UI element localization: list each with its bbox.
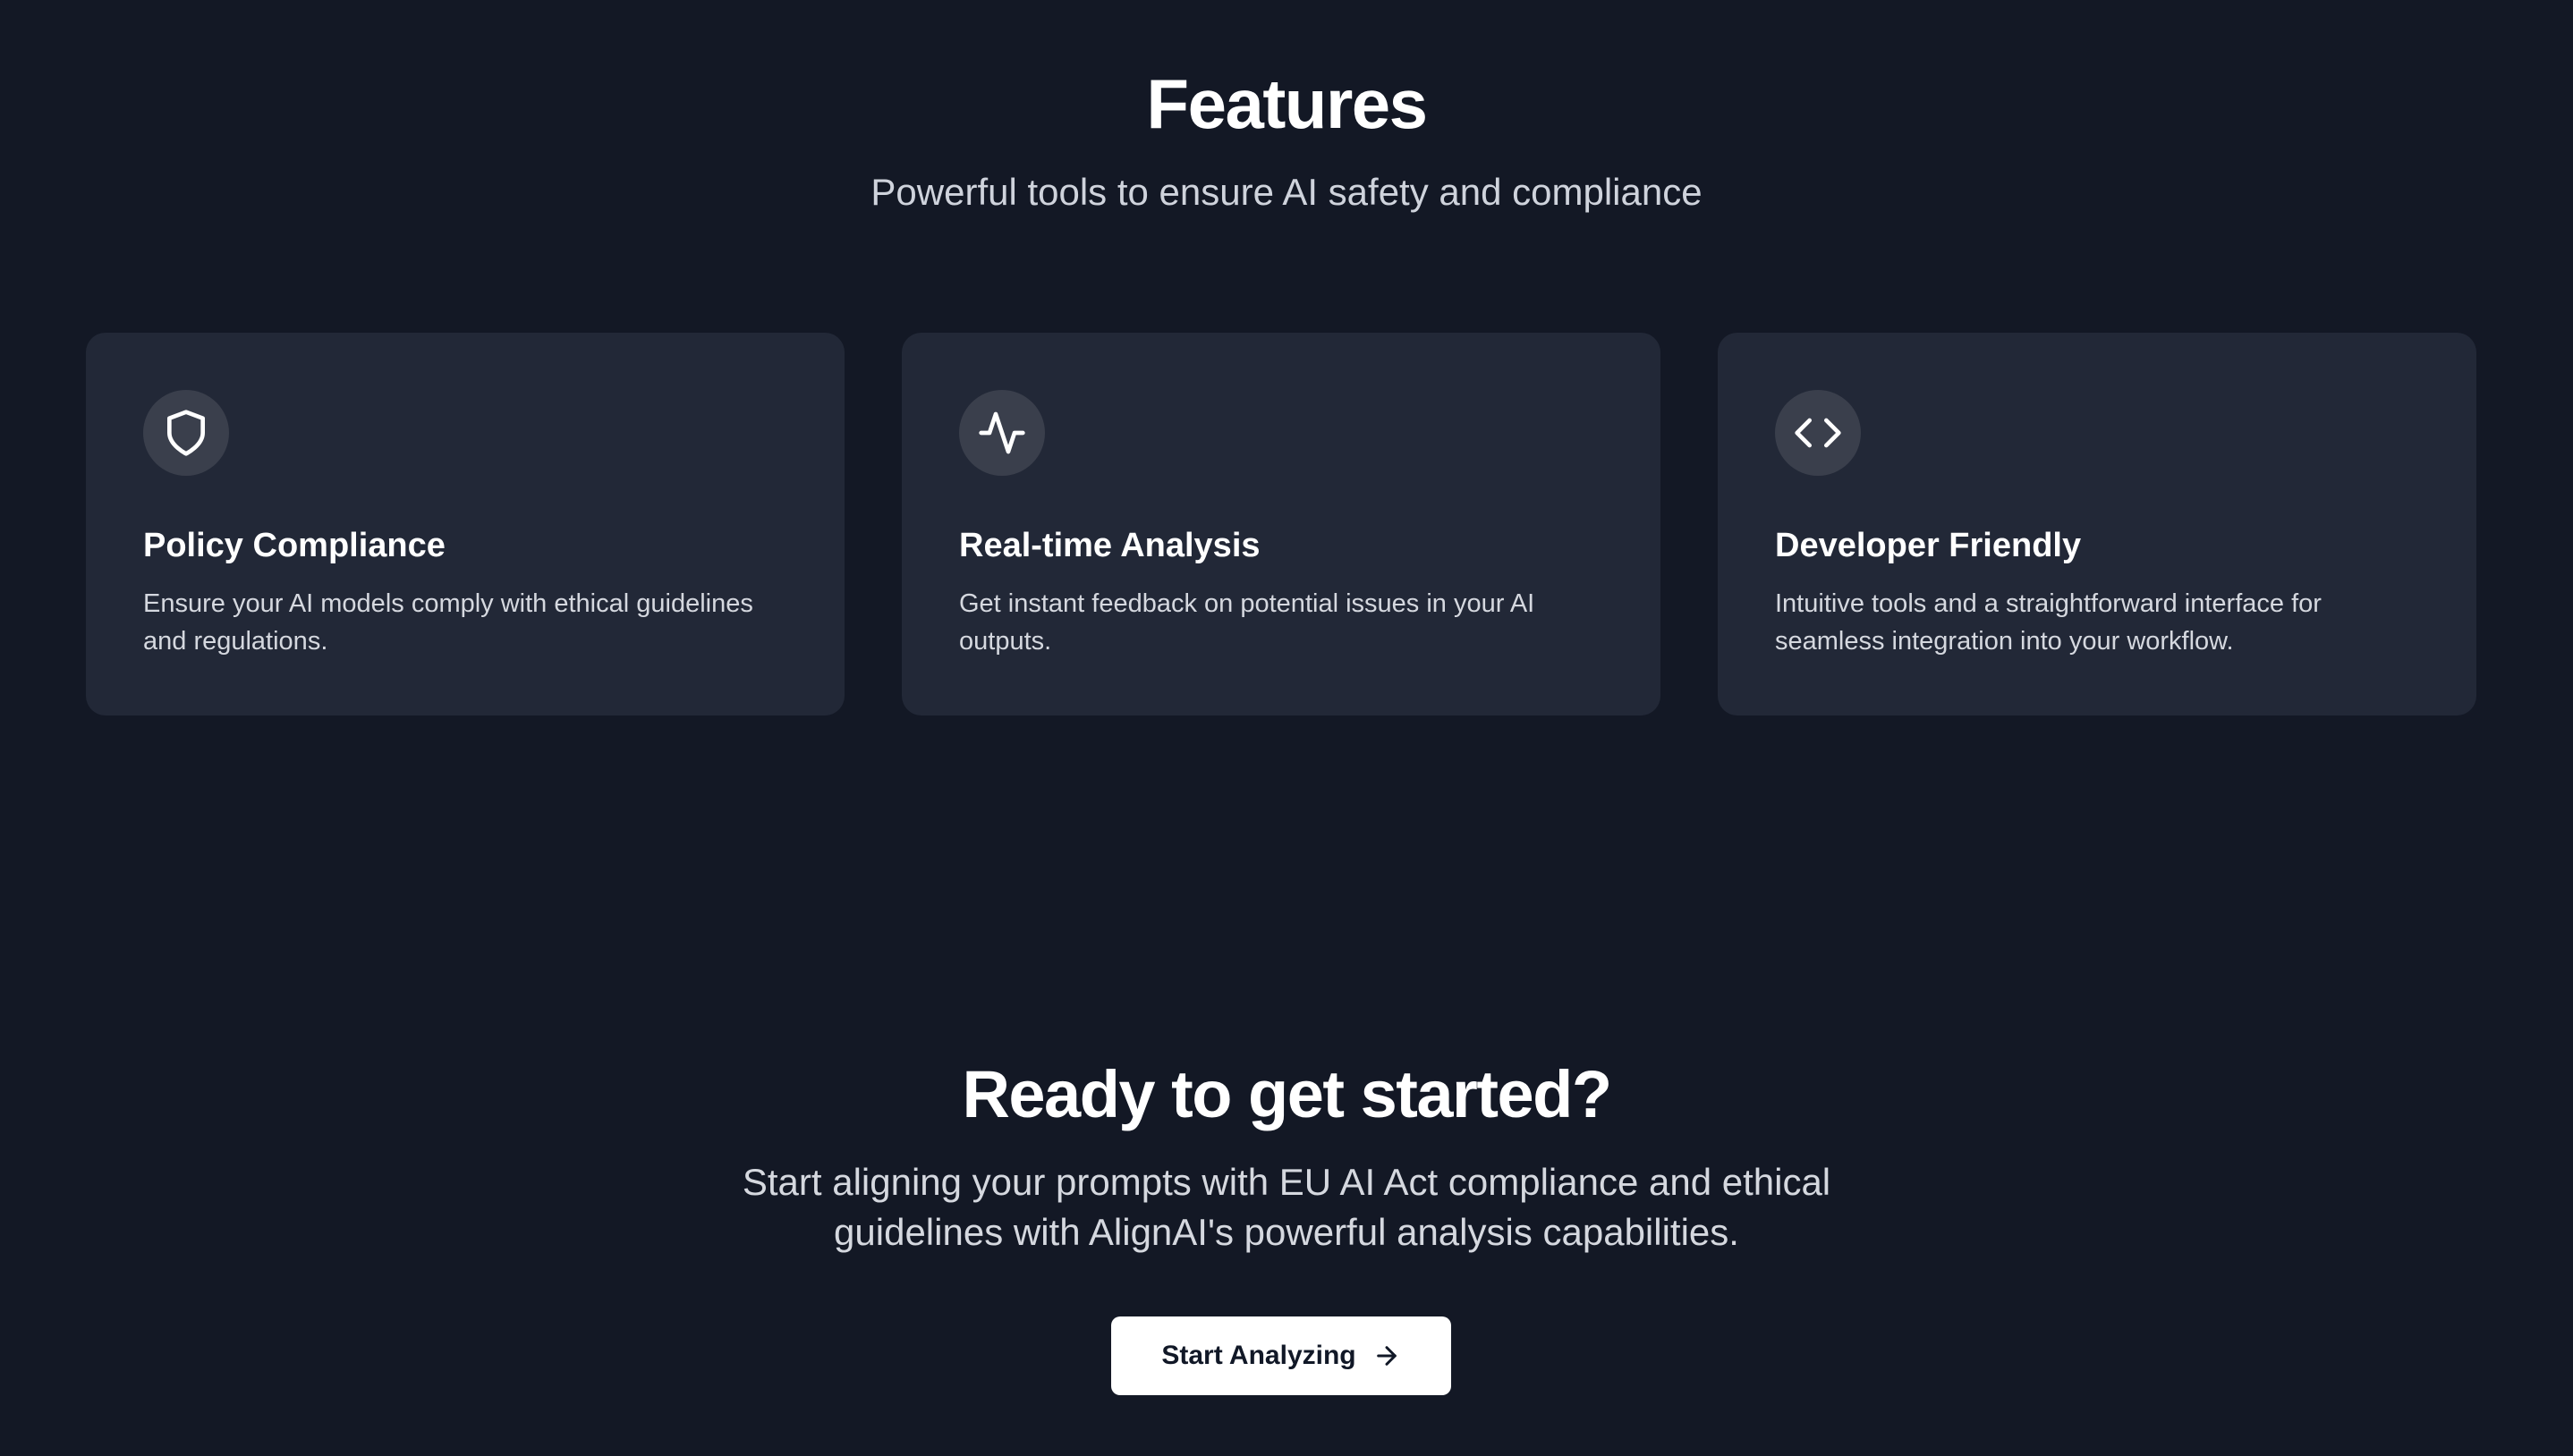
feature-card-description: Get instant feedback on potential issues… bbox=[959, 589, 1535, 656]
feature-cards: Policy Compliance Ensure your AI models … bbox=[86, 333, 2476, 715]
cta-title: Ready to get started? bbox=[962, 1057, 1612, 1131]
code-icon bbox=[1775, 390, 1861, 476]
shield-icon bbox=[143, 390, 229, 476]
feature-card-description: Intuitive tools and a straightforward in… bbox=[1775, 589, 2322, 656]
start-analyzing-button[interactable]: Start Analyzing bbox=[1111, 1316, 1451, 1395]
feature-card-realtime-analysis: Real-time Analysis Get instant feedback … bbox=[902, 333, 1660, 715]
feature-card-policy-compliance: Policy Compliance Ensure your AI models … bbox=[86, 333, 845, 715]
arrow-right-icon bbox=[1376, 1346, 1397, 1366]
cta-text: Start aligning your prompts with EU AI A… bbox=[742, 1161, 1831, 1253]
feature-card-title: Policy Compliance bbox=[143, 527, 446, 564]
feature-card-title: Real-time Analysis bbox=[959, 527, 1261, 564]
start-analyzing-label: Start Analyzing bbox=[1161, 1341, 1356, 1370]
feature-card-description: Ensure your AI models comply with ethica… bbox=[143, 589, 753, 656]
features-title: Features bbox=[1146, 64, 1428, 143]
feature-card-developer-friendly: Developer Friendly Intuitive tools and a… bbox=[1718, 333, 2476, 715]
feature-card-title: Developer Friendly bbox=[1775, 527, 2082, 564]
page: Features Powerful tools to ensure AI saf… bbox=[0, 0, 2573, 1456]
activity-icon bbox=[959, 390, 1045, 476]
features-subtitle: Powerful tools to ensure AI safety and c… bbox=[870, 171, 1703, 213]
